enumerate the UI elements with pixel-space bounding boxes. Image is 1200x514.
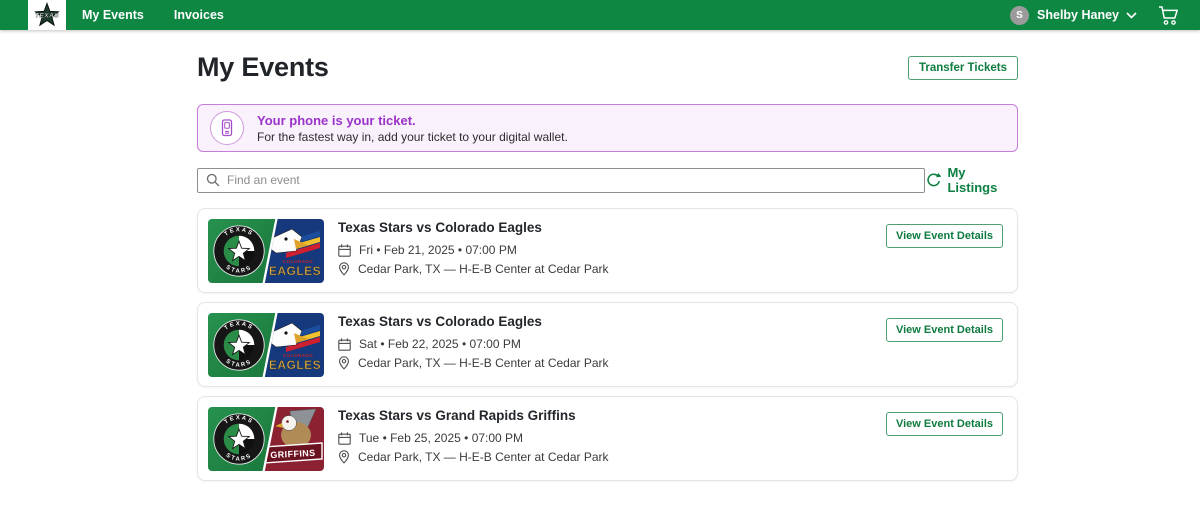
event-thumbnail: TEXAS STARS GRIFF (208, 407, 324, 471)
texas-stars-wordmark-icon: TEXAS (30, 1, 64, 29)
event-info: Texas Stars vs Colorado Eagles Sat • Feb… (338, 313, 886, 370)
calendar-icon (338, 338, 351, 351)
phone-ticket-banner: Your phone is your ticket. For the faste… (197, 104, 1018, 152)
banner-text: Your phone is your ticket. For the faste… (257, 113, 568, 144)
event-venue-row: Cedar Park, TX — H-E-B Center at Cedar P… (338, 356, 886, 370)
view-event-details-button[interactable]: View Event Details (886, 318, 1003, 342)
nav-links: My Events Invoices (82, 8, 224, 22)
event-info: Texas Stars vs Grand Rapids Griffins Tue… (338, 407, 886, 464)
page-header: My Events Transfer Tickets (197, 52, 1018, 83)
team-logo[interactable]: TEXAS (28, 0, 66, 30)
resale-cycle-icon (925, 172, 942, 189)
event-datetime-row: Sat • Feb 22, 2025 • 07:00 PM (338, 337, 886, 351)
event-card: TEXAS STARS COLOR (197, 302, 1018, 387)
search-box (197, 168, 925, 193)
event-datetime-row: Fri • Feb 21, 2025 • 07:00 PM (338, 243, 886, 257)
phone-icon (210, 111, 244, 145)
calendar-icon (338, 244, 351, 257)
search-icon (206, 173, 220, 187)
event-datetime: Tue • Feb 25, 2025 • 07:00 PM (359, 431, 523, 445)
view-event-details-button[interactable]: View Event Details (886, 412, 1003, 436)
my-listings-link[interactable]: My Listings (925, 165, 1018, 195)
event-venue: Cedar Park, TX — H-E-B Center at Cedar P… (358, 356, 609, 370)
search-input[interactable] (227, 173, 916, 187)
main-content: My Events Transfer Tickets Your phone is… (197, 52, 1018, 481)
svg-text:EAGLES: EAGLES (269, 264, 321, 278)
banner-subtitle: For the fastest way in, add your ticket … (257, 130, 568, 144)
event-title: Texas Stars vs Colorado Eagles (338, 314, 886, 329)
banner-title: Your phone is your ticket. (257, 113, 568, 128)
event-title: Texas Stars vs Colorado Eagles (338, 220, 886, 235)
event-datetime-row: Tue • Feb 25, 2025 • 07:00 PM (338, 431, 886, 445)
location-pin-icon (338, 356, 350, 370)
calendar-icon (338, 432, 351, 445)
search-row: My Listings (197, 165, 1018, 195)
nav-my-events[interactable]: My Events (82, 8, 144, 22)
view-event-details-button[interactable]: View Event Details (886, 224, 1003, 248)
event-thumbnail: TEXAS STARS COLOR (208, 219, 324, 283)
event-venue: Cedar Park, TX — H-E-B Center at Cedar P… (358, 450, 609, 464)
nav-user-area: S Shelby Haney (1010, 5, 1200, 26)
my-listings-label: My Listings (947, 165, 1018, 195)
event-info: Texas Stars vs Colorado Eagles Fri • Feb… (338, 219, 886, 276)
logo-text: TEXAS (35, 13, 59, 20)
location-pin-icon (338, 262, 350, 276)
location-pin-icon (338, 450, 350, 464)
avatar[interactable]: S (1010, 6, 1029, 25)
event-card: TEXAS STARS GRIFF (197, 396, 1018, 481)
chevron-down-icon[interactable] (1126, 12, 1137, 19)
nav-invoices[interactable]: Invoices (174, 8, 224, 22)
event-card: TEXAS STARS COLOR (197, 208, 1018, 293)
event-datetime: Sat • Feb 22, 2025 • 07:00 PM (359, 337, 521, 351)
event-title: Texas Stars vs Grand Rapids Griffins (338, 408, 886, 423)
page-title: My Events (197, 52, 329, 83)
event-venue-row: Cedar Park, TX — H-E-B Center at Cedar P… (338, 262, 886, 276)
user-name[interactable]: Shelby Haney (1037, 8, 1119, 22)
events-list: TEXAS STARS COLOR (197, 208, 1018, 481)
event-venue-row: Cedar Park, TX — H-E-B Center at Cedar P… (338, 450, 886, 464)
cart-icon[interactable] (1157, 5, 1180, 26)
event-datetime: Fri • Feb 21, 2025 • 07:00 PM (359, 243, 517, 257)
top-navigation: TEXAS My Events Invoices S Shelby Haney (0, 0, 1200, 30)
transfer-tickets-button[interactable]: Transfer Tickets (908, 56, 1018, 80)
event-venue: Cedar Park, TX — H-E-B Center at Cedar P… (358, 262, 609, 276)
svg-text:EAGLES: EAGLES (269, 358, 321, 372)
event-thumbnail: TEXAS STARS COLOR (208, 313, 324, 377)
